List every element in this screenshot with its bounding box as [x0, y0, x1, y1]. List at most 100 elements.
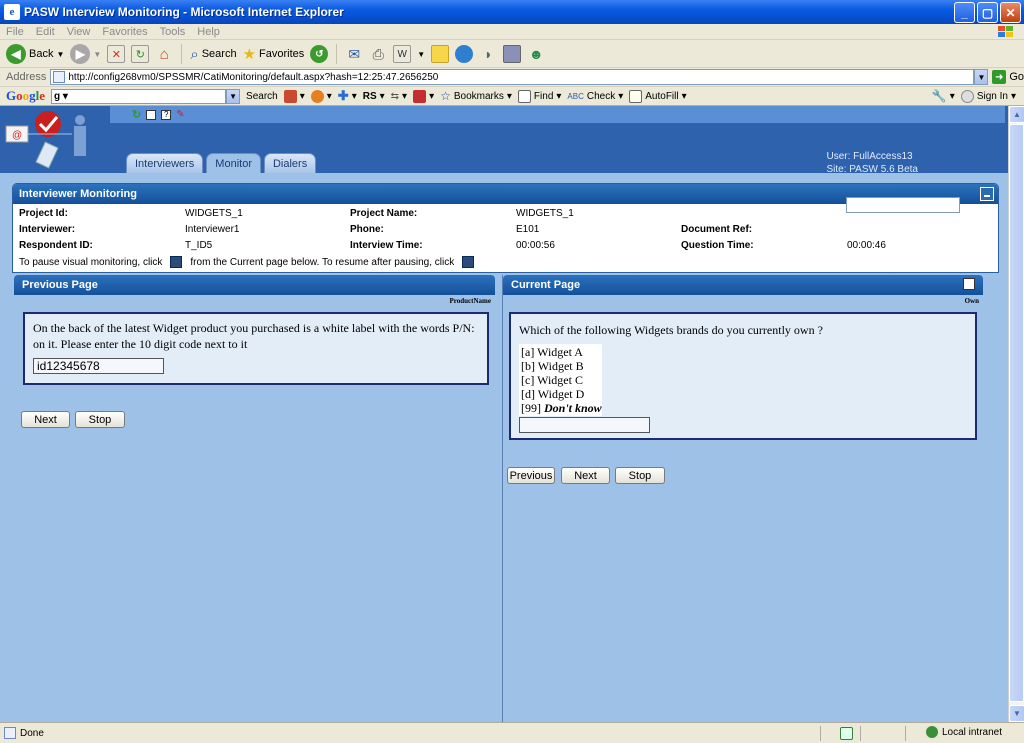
menu-tools[interactable]: Tools	[160, 26, 186, 38]
google-popup-button[interactable]: ▾	[413, 89, 434, 103]
find-label: Find	[533, 90, 554, 102]
app-header: ↻ ? ✎ @ Interviewers Monitor Dialers Use…	[0, 106, 1008, 176]
document-ref-input[interactable]	[846, 197, 960, 213]
phone-label: Phone:	[350, 224, 384, 235]
current-variable-name: Own	[964, 297, 979, 305]
messenger-icon[interactable]: ◗	[479, 45, 497, 63]
status-text: Done	[20, 727, 44, 739]
respondent-value: T_ID5	[185, 240, 213, 251]
back-dropdown-icon[interactable]: ▼	[56, 50, 64, 59]
scroll-thumb[interactable]	[1009, 124, 1024, 702]
site-name: Site: PASW 5.6 Beta	[826, 164, 918, 175]
alert-icon[interactable]: ✎	[176, 109, 184, 120]
signin-icon	[960, 89, 974, 103]
check-button[interactable]: ABC Check ▾	[567, 91, 623, 102]
find-button[interactable]: Find ▾	[517, 89, 561, 103]
current-next-button[interactable]: Next	[561, 467, 610, 484]
project-name-value: WIDGETS_1	[516, 208, 574, 219]
research-icon[interactable]	[503, 45, 522, 63]
back-arrow-icon: ◀	[6, 44, 26, 64]
minimize-button[interactable]: _	[954, 2, 975, 23]
back-button[interactable]: ◀ Back ▼	[6, 44, 64, 64]
clear-icon[interactable]	[146, 109, 157, 120]
google-search-dropdown-icon[interactable]: ▼	[226, 88, 241, 104]
tab-monitor[interactable]: Monitor	[206, 153, 261, 173]
tab-interviewers[interactable]: Interviewers	[126, 153, 204, 173]
address-dropdown-icon[interactable]: ▼	[974, 69, 989, 85]
pause-monitoring-icon[interactable]	[963, 278, 975, 290]
menu-edit[interactable]: Edit	[36, 26, 55, 38]
google-share-button[interactable]: ⇆ ▾	[391, 91, 407, 102]
pause-icon	[170, 256, 183, 268]
google-search-button[interactable]: Search	[246, 91, 278, 102]
previous-question-box: On the back of the latest Widget product…	[23, 312, 489, 385]
print-icon[interactable]: ⎙	[369, 45, 387, 63]
autofill-button[interactable]: AutoFill ▾	[629, 89, 687, 103]
menu-favorites[interactable]: Favorites	[102, 26, 147, 38]
current-answer-input[interactable]	[519, 417, 650, 433]
edit-icon[interactable]: W	[393, 45, 412, 63]
browser-toolbar: ◀ Back ▼ ▶ ▼ ✕ ↻ ⌂ ⌕ Search ★ Favorites …	[0, 41, 1024, 68]
mail-icon[interactable]: ✉	[345, 45, 363, 63]
maximize-button[interactable]: ▢	[977, 2, 998, 23]
option-b[interactable]: [b] Widget B	[521, 359, 602, 373]
google-search-input[interactable]: g ▾	[51, 88, 227, 104]
favorites-label: Favorites	[259, 48, 305, 60]
question-time-value: 00:00:46	[847, 240, 886, 251]
home-icon[interactable]: ⌂	[155, 45, 173, 63]
address-label: Address	[6, 71, 47, 83]
current-previous-button[interactable]: Previous	[507, 467, 555, 484]
settings-button[interactable]: 🔧 ▾	[932, 89, 955, 103]
rs-button[interactable]: RS ▾	[363, 91, 385, 102]
page-icon	[53, 71, 66, 83]
project-id-label: Project Id:	[19, 208, 68, 219]
favorites-button[interactable]: ★ Favorites	[243, 45, 305, 63]
interview-time-label: Interview Time:	[350, 240, 423, 251]
spin-icon	[310, 89, 324, 103]
globe-icon[interactable]	[455, 45, 474, 63]
history-icon[interactable]: ↺	[310, 45, 329, 63]
contacts-icon[interactable]: ☻	[527, 45, 545, 63]
go-button[interactable]: ➜ Go	[992, 70, 1024, 84]
forward-button[interactable]: ▶ ▼	[70, 44, 101, 64]
menu-help[interactable]: Help	[197, 26, 220, 38]
previous-stop-button[interactable]: Stop	[75, 411, 125, 428]
stop-icon[interactable]: ✕	[107, 45, 126, 63]
star-icon: ★	[242, 46, 257, 63]
document-ref-label: Document Ref:	[681, 224, 753, 235]
refresh-icon[interactable]: ↻	[132, 108, 141, 121]
scroll-up-icon[interactable]: ▲	[1009, 106, 1024, 123]
forward-dropdown-icon[interactable]: ▼	[93, 50, 101, 59]
address-input[interactable]: http://config268vm0/SPSSMR/CatiMonitorin…	[50, 69, 975, 85]
refresh-icon[interactable]: ↻	[131, 45, 150, 63]
ie-app-icon: e	[4, 4, 20, 20]
google-spell-button[interactable]: ▾	[310, 89, 332, 103]
scroll-down-icon[interactable]: ▼	[1009, 705, 1024, 722]
edit-dropdown-icon[interactable]: ▼	[417, 50, 425, 59]
user-info: User: FullAccess13 Site: PASW 5.6 Beta	[826, 150, 918, 176]
close-button[interactable]: ✕	[1000, 2, 1021, 23]
search-button[interactable]: ⌕ Search	[190, 46, 236, 63]
help-icon[interactable]: ?	[161, 109, 172, 120]
vertical-scrollbar[interactable]: ▲ ▼	[1008, 106, 1024, 722]
notes-icon[interactable]	[431, 45, 450, 63]
option-d[interactable]: [d] Widget D	[521, 387, 602, 401]
option-dont-know[interactable]: [99] Don't know	[521, 401, 602, 415]
option-a[interactable]: [a] Widget A	[521, 345, 602, 359]
previous-answer-input[interactable]: id12345678	[33, 358, 164, 374]
current-stop-button[interactable]: Stop	[615, 467, 665, 484]
previous-next-button[interactable]: Next	[21, 411, 70, 428]
menu-file[interactable]: File	[6, 26, 24, 38]
tab-dialers[interactable]: Dialers	[263, 153, 317, 173]
minimize-panel-icon[interactable]	[980, 187, 994, 201]
option-c[interactable]: [c] Widget C	[521, 373, 602, 387]
bookmarks-button[interactable]: ☆ Bookmarks ▾	[440, 89, 512, 103]
google-plus-button[interactable]: ✚ ▾	[338, 88, 357, 104]
plus-icon: ✚	[337, 88, 349, 103]
signin-button[interactable]: Sign In ▾	[960, 89, 1016, 103]
status-divider	[860, 726, 861, 741]
google-news-button[interactable]: ▾	[283, 89, 305, 103]
pause-text-2: from the Current page below. To resume a…	[190, 256, 455, 268]
dont-know-label: Don't know	[544, 401, 602, 415]
menu-view[interactable]: View	[67, 26, 91, 38]
